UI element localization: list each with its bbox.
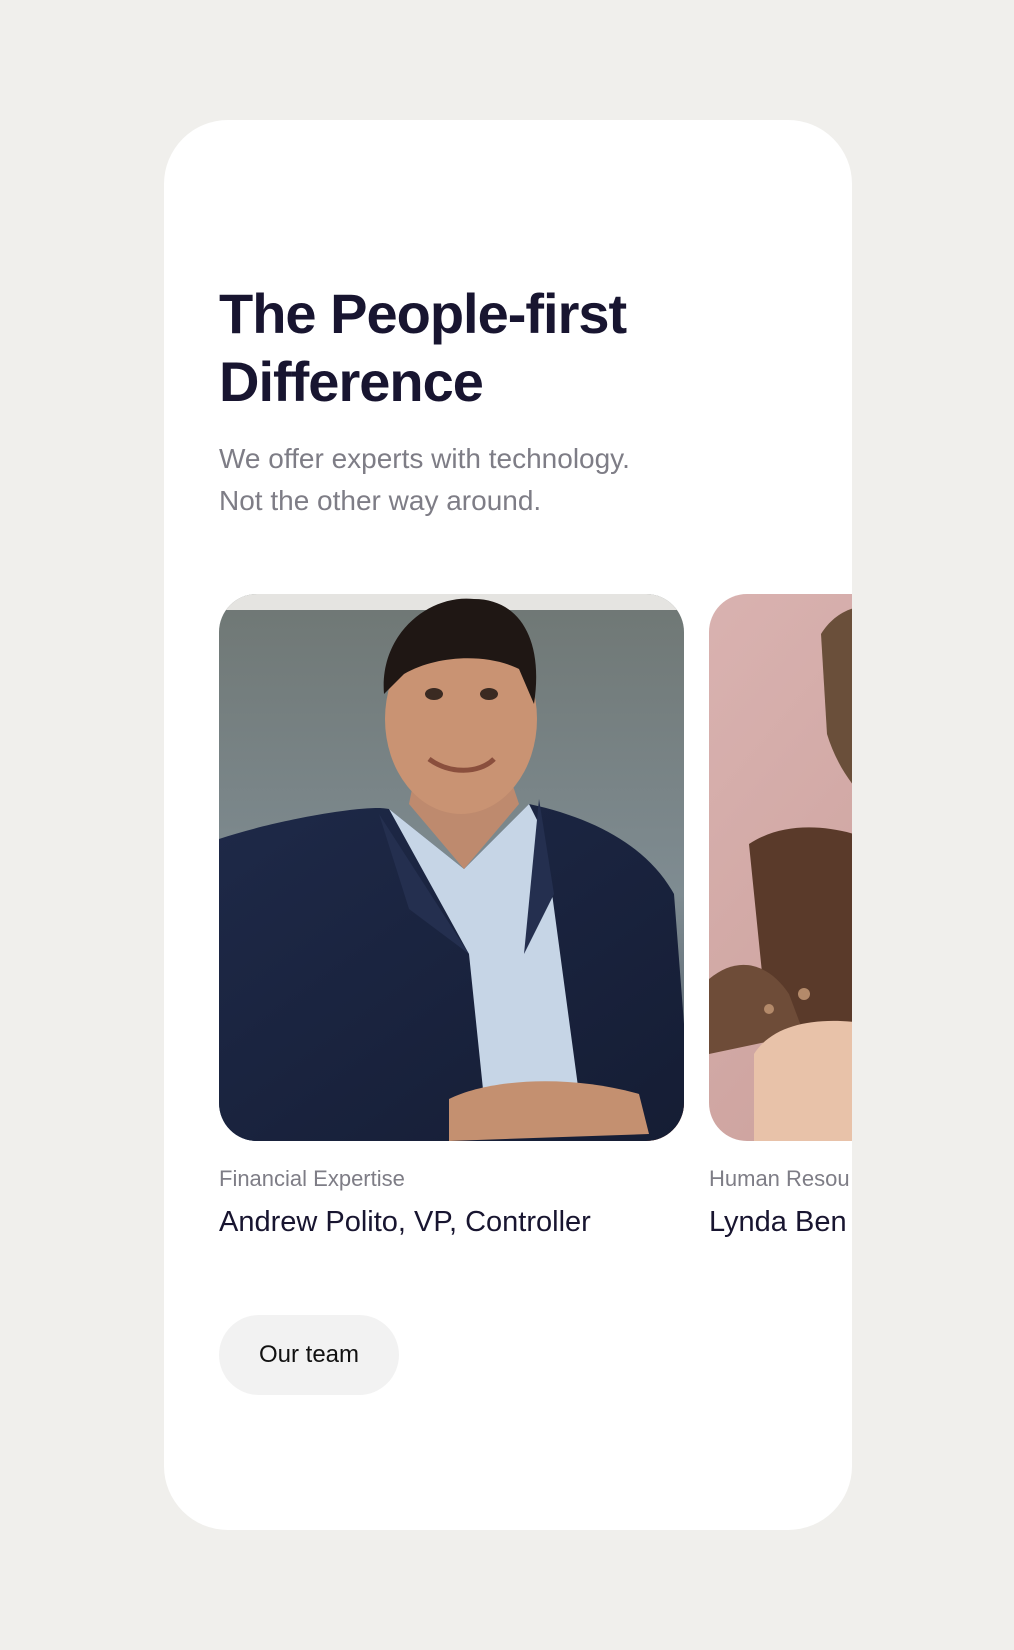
content-card: The People-first Difference We offer exp… bbox=[164, 120, 852, 1530]
member-name: Andrew Polito, VP, Controller bbox=[219, 1206, 591, 1238]
team-member-card-andrew[interactable]: Financial Expertise Andrew Polito, VP, C… bbox=[219, 594, 684, 1238]
section-subtitle: We offer experts with technology. Not th… bbox=[219, 438, 739, 522]
our-team-button[interactable]: Our team bbox=[219, 1315, 399, 1395]
portrait-photo-andrew-polito-icon bbox=[219, 594, 684, 1141]
section-title: The People-first Difference bbox=[219, 282, 627, 413]
team-member-card-lynda[interactable]: Human Resou Lynda Ben bbox=[709, 594, 852, 1238]
portrait-photo-lynda-icon bbox=[709, 594, 852, 1141]
member-department-label: Human Resou bbox=[709, 1166, 850, 1191]
subtitle-line-1: We offer experts with technology. bbox=[219, 443, 630, 474]
page: The People-first Difference We offer exp… bbox=[0, 0, 1014, 1650]
team-carousel[interactable]: Financial Expertise Andrew Polito, VP, C… bbox=[219, 594, 852, 1238]
portrait-photo-andrew-polito bbox=[219, 594, 684, 1141]
member-department-label: Financial Expertise bbox=[219, 1166, 405, 1191]
member-name: Lynda Ben bbox=[709, 1206, 847, 1238]
portrait-photo-lynda bbox=[709, 594, 852, 1141]
subtitle-line-2: Not the other way around. bbox=[219, 485, 542, 516]
